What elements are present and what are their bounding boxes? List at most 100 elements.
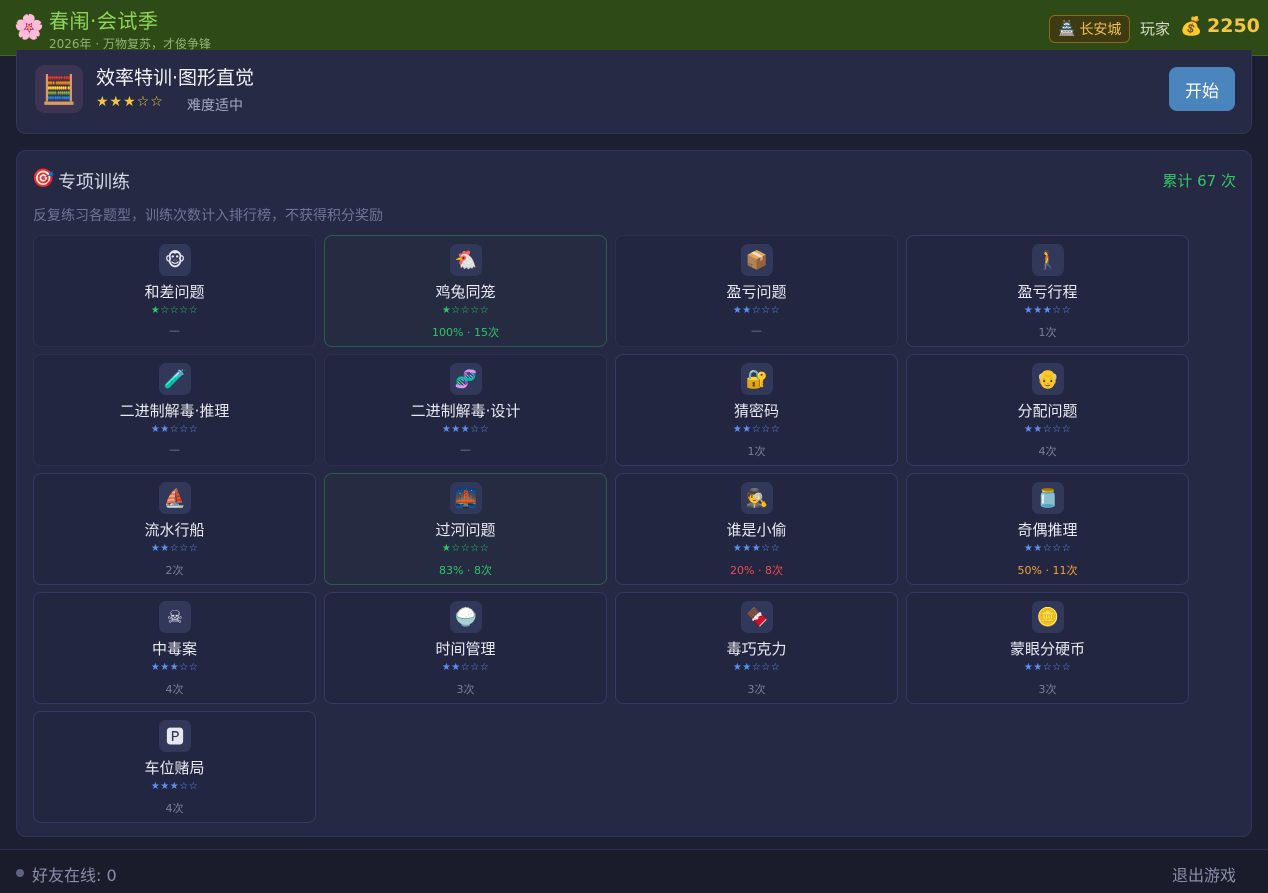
difficulty-stars: ★★★☆☆ <box>96 94 164 110</box>
footer-bar: 好友在线: 0 退出游戏 <box>0 849 1268 893</box>
difficulty-label: 难度适中 <box>187 98 243 114</box>
training-stats: 4次 <box>165 683 184 696</box>
training-tile[interactable]: 🐔 鸡兔同笼 ★☆☆☆☆ 100% · 15次 <box>324 235 607 347</box>
topic-icon: 🐔 <box>450 244 482 276</box>
training-tile[interactable]: 🚶 盈亏行程 ★★★☆☆ 1次 <box>906 235 1189 347</box>
topic-name: 奇偶推理 <box>1017 521 1078 539</box>
training-stats: — <box>751 324 762 337</box>
training-tile[interactable]: 🐵 和差问题 ★☆☆☆☆ — <box>33 235 316 347</box>
difficulty-stars: ★★☆☆☆ <box>1023 543 1072 554</box>
city-name: 长安城 <box>1079 22 1122 38</box>
topic-icon: 🐵 <box>159 244 191 276</box>
topic-icon: ⛵ <box>159 482 191 514</box>
top-bar: 🌸 春闱·会试季 2026年 · 万物复苏，才俊争锋 🏯 长安城 玩家 💰 22… <box>0 0 1268 56</box>
topic-icon: 🌉 <box>450 482 482 514</box>
total-count: 累计 67 次 <box>1162 172 1236 190</box>
training-stats: 1次 <box>1038 326 1057 339</box>
topic-name: 过河问题 <box>435 521 496 539</box>
cherry-blossom-icon: 🌸 <box>14 13 44 41</box>
training-stats: 3次 <box>1038 683 1057 696</box>
training-tile[interactable]: 🍚 时间管理 ★★☆☆☆ 3次 <box>324 592 607 704</box>
training-tile[interactable]: ⛵ 流水行船 ★★☆☆☆ 2次 <box>33 473 316 585</box>
training-stats: 3次 <box>456 683 475 696</box>
difficulty-stars: ★☆☆☆☆ <box>441 305 490 316</box>
training-stats: — <box>460 443 471 456</box>
difficulty-stars: ★★★☆☆ <box>732 543 781 554</box>
abacus-icon: 🧮 <box>35 65 83 113</box>
player-name[interactable]: 玩家 <box>1140 18 1170 39</box>
topic-icon: 👴 <box>1032 363 1064 395</box>
friends-online: 好友在线: 0 <box>32 866 117 885</box>
topic-icon: 🪙 <box>1032 601 1064 633</box>
topic-name: 车位赌局 <box>144 759 205 777</box>
topic-icon: 🅿 <box>159 720 191 752</box>
training-stats: 100% · 15次 <box>432 326 499 339</box>
difficulty-stars: ★★★☆☆ <box>441 424 490 435</box>
panel-description: 反复练习各题型，训练次数计入排行榜，不获得积分奖励 <box>33 208 383 224</box>
topic-name: 中毒案 <box>151 640 197 658</box>
online-status-dot <box>16 869 24 877</box>
coin-count: 2250 <box>1207 15 1260 37</box>
city-badge[interactable]: 🏯 长安城 <box>1049 15 1131 43</box>
training-stats: 4次 <box>1038 445 1057 458</box>
difficulty-stars: ★★☆☆☆ <box>150 424 199 435</box>
training-stats: 3次 <box>747 683 766 696</box>
training-tile[interactable]: 🪙 蒙眼分硬币 ★★☆☆☆ 3次 <box>906 592 1189 704</box>
panel-title: 专项训练 <box>58 172 130 193</box>
training-tile[interactable]: 👴 分配问题 ★★☆☆☆ 4次 <box>906 354 1189 466</box>
special-training-panel: 🎯 专项训练 累计 67 次 反复练习各题型，训练次数计入排行榜，不获得积分奖励… <box>16 150 1252 837</box>
exit-game-button[interactable]: 退出游戏 <box>1172 862 1236 886</box>
difficulty-stars: ★★★☆☆ <box>150 781 199 792</box>
topic-icon: 🚶 <box>1032 244 1064 276</box>
training-stats: 20% · 8次 <box>730 564 783 577</box>
difficulty-stars: ★★☆☆☆ <box>732 305 781 316</box>
training-tile[interactable]: 🍫 毒巧克力 ★★☆☆☆ 3次 <box>615 592 898 704</box>
start-button[interactable]: 开始 <box>1169 67 1235 111</box>
difficulty-stars: ★★☆☆☆ <box>150 543 199 554</box>
target-icon: 🎯 <box>32 168 55 189</box>
training-stats: 2次 <box>165 564 184 577</box>
money-bag-icon: 💰 <box>1180 16 1203 37</box>
topic-icon: 📦 <box>741 244 773 276</box>
difficulty-stars: ★★☆☆☆ <box>1023 424 1072 435</box>
training-tile[interactable]: 🌉 过河问题 ★☆☆☆☆ 83% · 8次 <box>324 473 607 585</box>
topic-icon: 🔐 <box>741 363 773 395</box>
topic-name: 猜密码 <box>733 402 779 420</box>
training-tile[interactable]: 📦 盈亏问题 ★★☆☆☆ — <box>615 235 898 347</box>
training-stats: — <box>169 443 180 456</box>
training-tile[interactable]: 🔐 猜密码 ★★☆☆☆ 1次 <box>615 354 898 466</box>
training-stats: 50% · 11次 <box>1017 564 1078 577</box>
topic-name: 二进制解毒·设计 <box>410 402 521 420</box>
training-tile[interactable]: 🧪 二进制解毒·推理 ★★☆☆☆ — <box>33 354 316 466</box>
pagoda-icon: 🏯 <box>1058 21 1076 37</box>
topic-name: 二进制解毒·推理 <box>119 402 230 420</box>
topic-icon: 🕵 <box>741 482 773 514</box>
topic-icon: 🧪 <box>159 363 191 395</box>
featured-title: 效率特训·图形直觉 <box>96 67 255 89</box>
difficulty-stars: ★★☆☆☆ <box>732 424 781 435</box>
topic-name: 毒巧克力 <box>726 640 787 658</box>
topic-icon: 🫙 <box>1032 482 1064 514</box>
difficulty-stars: ★★☆☆☆ <box>441 662 490 673</box>
topic-icon: ☠ <box>159 601 191 633</box>
difficulty-stars: ★★☆☆☆ <box>732 662 781 673</box>
difficulty-stars: ★☆☆☆☆ <box>150 305 199 316</box>
topic-icon: 🍚 <box>450 601 482 633</box>
topic-name: 盈亏行程 <box>1017 283 1078 301</box>
difficulty-stars: ★★☆☆☆ <box>1023 662 1072 673</box>
training-stats: 83% · 8次 <box>439 564 492 577</box>
season-title: 春闱·会试季 <box>49 9 159 33</box>
topic-name: 盈亏问题 <box>726 283 787 301</box>
topic-name: 蒙眼分硬币 <box>1009 640 1085 658</box>
training-stats: 1次 <box>747 445 766 458</box>
training-tile[interactable]: 🧬 二进制解毒·设计 ★★★☆☆ — <box>324 354 607 466</box>
difficulty-stars: ★★★☆☆ <box>1023 305 1072 316</box>
training-tile[interactable]: 🕵 谁是小偷 ★★★☆☆ 20% · 8次 <box>615 473 898 585</box>
training-tile[interactable]: 🫙 奇偶推理 ★★☆☆☆ 50% · 11次 <box>906 473 1189 585</box>
training-tile[interactable]: 🅿 车位赌局 ★★★☆☆ 4次 <box>33 711 316 823</box>
topic-name: 分配问题 <box>1017 402 1078 420</box>
topic-icon: 🍫 <box>741 601 773 633</box>
topic-name: 和差问题 <box>144 283 205 301</box>
topic-name: 谁是小偷 <box>726 521 787 539</box>
training-tile[interactable]: ☠ 中毒案 ★★★☆☆ 4次 <box>33 592 316 704</box>
